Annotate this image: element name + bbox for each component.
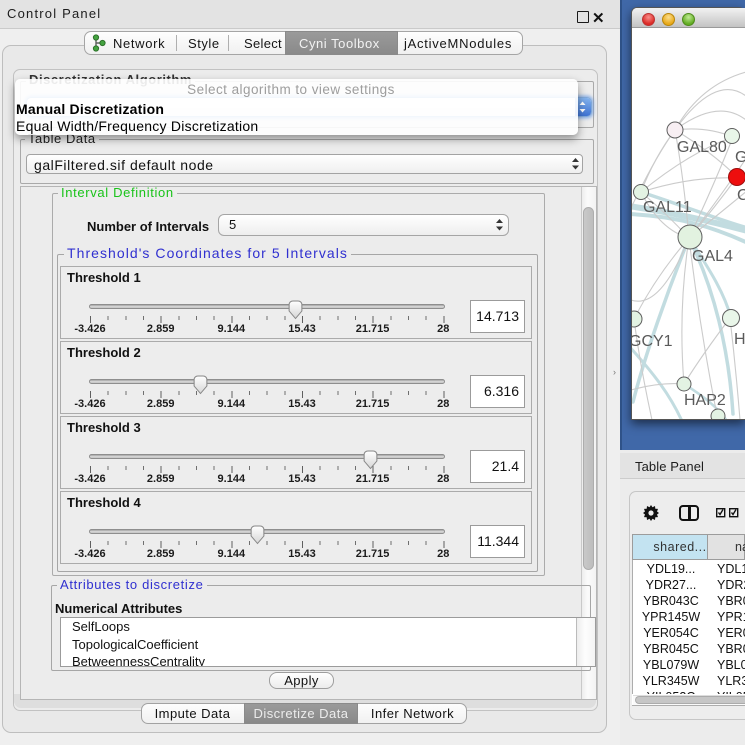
svg-text:H: H	[734, 331, 745, 348]
svg-text:GAL80: GAL80	[677, 139, 727, 156]
svg-text:GAL4: GAL4	[692, 248, 733, 265]
svg-text:C: C	[737, 187, 745, 204]
svg-text:G.: G.	[735, 149, 745, 166]
svg-text:GAL11: GAL11	[643, 199, 692, 216]
svg-text:HAP2: HAP2	[684, 392, 726, 409]
svg-text:GCY1: GCY1	[632, 333, 673, 350]
